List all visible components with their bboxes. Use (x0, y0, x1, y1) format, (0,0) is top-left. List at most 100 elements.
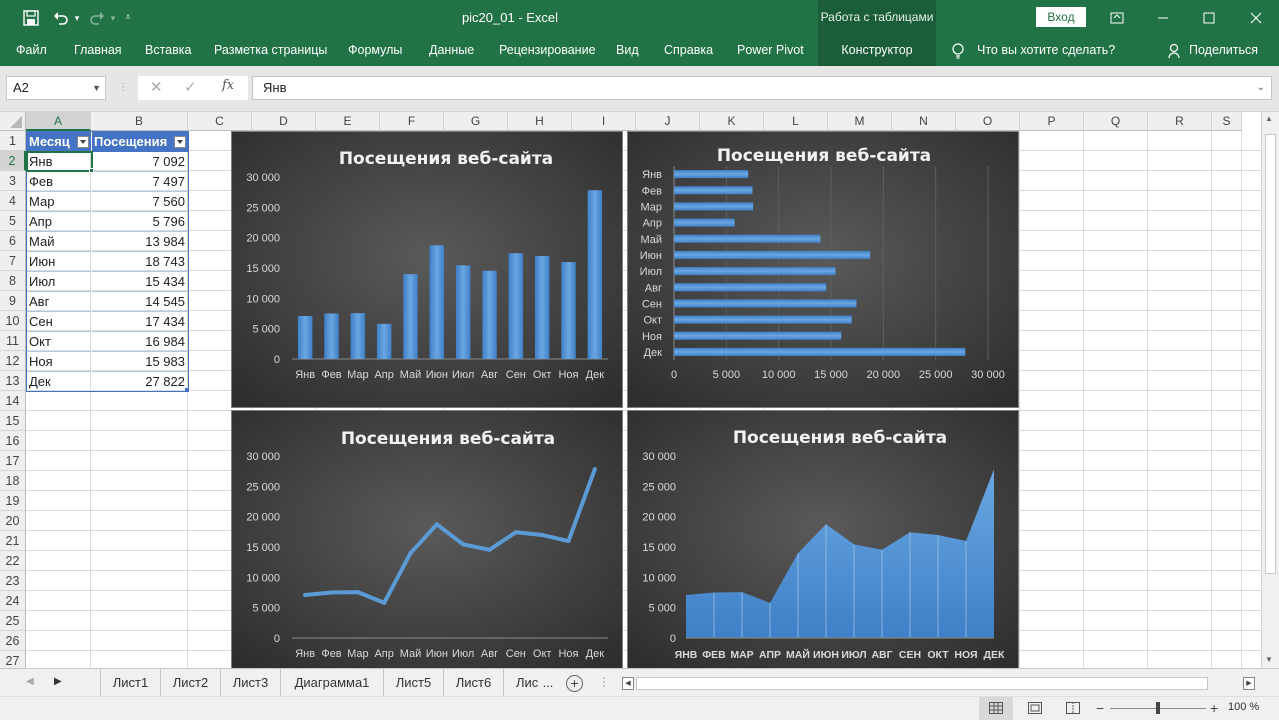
chart-area[interactable]: Посещения веб-сайта 0 5 000 10 000 15 000 20 … (627, 410, 1019, 668)
close-icon[interactable] (1233, 0, 1279, 36)
row-header-9[interactable]: 9 (0, 291, 26, 311)
chart-bar[interactable] (376, 323, 392, 359)
table-cell-month[interactable]: Сен (27, 312, 91, 332)
sheet-tab-7[interactable]: Лис (504, 669, 538, 697)
save-icon[interactable] (20, 7, 42, 29)
chart-point[interactable] (434, 522, 439, 527)
row-header-4[interactable]: 4 (0, 191, 26, 211)
row-header-23[interactable]: 23 (0, 571, 26, 591)
column-header-h[interactable]: H (508, 112, 572, 131)
row-header-1[interactable]: 1 (0, 131, 26, 151)
chart-title[interactable]: Посещения веб-сайта (733, 428, 947, 448)
tab-insert[interactable]: Вставка (145, 36, 191, 66)
tab-page-layout[interactable]: Разметка страницы (214, 36, 327, 66)
table-header-visits[interactable]: Посещения (92, 132, 188, 152)
column-header-g[interactable]: G (444, 112, 508, 131)
column-header-d[interactable]: D (252, 112, 316, 131)
zoom-slider-thumb[interactable] (1156, 702, 1160, 714)
tab-review[interactable]: Рецензирование (499, 36, 596, 66)
table-cell-month[interactable]: Дек (27, 372, 91, 392)
column-header-c[interactable]: C (188, 112, 252, 131)
chart-bar[interactable] (674, 347, 966, 356)
sheet-tab-4[interactable]: Диаграмма1 (281, 669, 384, 697)
normal-view-icon[interactable] (979, 697, 1013, 720)
tab-splitter-icon[interactable]: ⋮ (598, 675, 610, 689)
tab-power-pivot[interactable]: Power Pivot (737, 36, 804, 66)
share-user-icon[interactable] (1168, 36, 1182, 66)
worksheet-grid[interactable]: ABCDEFGHIJKLMNOPQRS 1 2 3 4 5 6 7 8 9 10 11 12 13 14 1… (0, 112, 1261, 668)
row-header-14[interactable]: 14 (0, 391, 26, 411)
column-header-i[interactable]: I (572, 112, 636, 131)
name-box-dropdown-icon[interactable]: ▼ (92, 77, 101, 99)
table-cell-visits[interactable]: 16 984 (92, 332, 188, 352)
chart-bar[interactable] (403, 274, 418, 359)
row-header-15[interactable]: 15 (0, 411, 26, 431)
tab-formulas[interactable]: Формулы (348, 36, 402, 66)
column-header-k[interactable]: K (700, 112, 764, 131)
maximize-icon[interactable] (1186, 0, 1232, 36)
signin-button[interactable]: Вход (1036, 7, 1086, 27)
table-cell-month[interactable]: Мар (27, 192, 91, 212)
table-cell-month[interactable]: Окт (27, 332, 91, 352)
tab-home[interactable]: Главная (74, 36, 122, 66)
cancel-icon[interactable]: ✕ (150, 78, 163, 96)
filter-dropdown-icon[interactable] (77, 136, 89, 148)
chart-bar[interactable] (674, 218, 735, 227)
scroll-left-icon[interactable]: ◀ (622, 677, 634, 690)
formula-bar-splitter[interactable]: ⋮ (118, 80, 128, 96)
row-header-21[interactable]: 21 (0, 531, 26, 551)
redo-dropdown-icon[interactable]: ▾ (108, 7, 118, 29)
add-sheet-icon[interactable]: + (566, 675, 583, 692)
page-layout-view-icon[interactable] (1020, 697, 1050, 720)
table-cell-visits[interactable]: 13 984 (92, 232, 188, 252)
row-header-27[interactable]: 27 (0, 651, 26, 668)
next-sheet-icon[interactable]: ▶ (54, 676, 62, 687)
chart-point[interactable] (355, 590, 360, 595)
chart-bar[interactable] (674, 283, 827, 292)
fill-handle[interactable] (89, 168, 94, 173)
chart-bar[interactable] (674, 331, 842, 340)
row-header-6[interactable]: 6 (0, 231, 26, 251)
sheet-tab-3[interactable]: Лист3 (221, 669, 281, 697)
page-break-view-icon[interactable] (1058, 697, 1088, 720)
undo-dropdown-icon[interactable]: ▾ (72, 7, 82, 29)
table-header-month[interactable]: Месяц (27, 132, 91, 152)
row-header-12[interactable]: 12 (0, 351, 26, 371)
table-cell-visits[interactable]: 15 434 (92, 272, 188, 292)
chart-bar[interactable] (350, 313, 366, 359)
chart-bar[interactable] (674, 234, 821, 243)
row-header-22[interactable]: 22 (0, 551, 26, 571)
chart-bar[interactable] (534, 255, 550, 359)
column-header-q[interactable]: Q (1084, 112, 1148, 131)
chart-point[interactable] (540, 532, 545, 537)
tab-help[interactable]: Справка (664, 36, 713, 66)
tab-file[interactable]: Файл (16, 36, 47, 66)
sheet-tab-2[interactable]: Лист2 (161, 669, 221, 697)
row-header-24[interactable]: 24 (0, 591, 26, 611)
vertical-scrollbar[interactable]: ▲ ▼ (1261, 112, 1279, 668)
name-box[interactable]: A2 ▼ (6, 76, 106, 100)
chart-bar[interactable] (297, 315, 313, 359)
chart-point[interactable] (513, 530, 518, 535)
chart-bar[interactable] (587, 190, 603, 359)
chart-bar[interactable] (674, 170, 749, 179)
chart-title[interactable]: Посещения веб-сайта (339, 149, 553, 169)
row-header-25[interactable]: 25 (0, 611, 26, 631)
table-cell-month[interactable]: Июл (27, 272, 91, 292)
zoom-level[interactable]: 100 % (1228, 701, 1259, 713)
expand-formula-icon[interactable]: ⌄ (1257, 77, 1265, 99)
chart-point[interactable] (329, 590, 334, 595)
table-cell-visits[interactable]: 7 497 (92, 172, 188, 192)
lightbulb-icon[interactable] (951, 36, 965, 66)
zoom-out-icon[interactable]: − (1096, 700, 1104, 716)
more-sheets[interactable]: ... (538, 669, 558, 697)
column-header-o[interactable]: O (956, 112, 1020, 131)
chart-point[interactable] (487, 547, 492, 552)
table-cell-visits[interactable]: 15 983 (92, 352, 188, 372)
column-header-b[interactable]: B (91, 112, 188, 131)
restore-ribbon-icon[interactable] (1094, 0, 1140, 36)
table-cell-visits[interactable]: 5 796 (92, 212, 188, 232)
row-header-8[interactable]: 8 (0, 271, 26, 291)
table-cell-month[interactable]: Июн (27, 252, 91, 272)
chart-horizontal-bar[interactable]: Посещения веб-сайта 0 5 000 10 000 15 000 20 … (627, 131, 1019, 408)
